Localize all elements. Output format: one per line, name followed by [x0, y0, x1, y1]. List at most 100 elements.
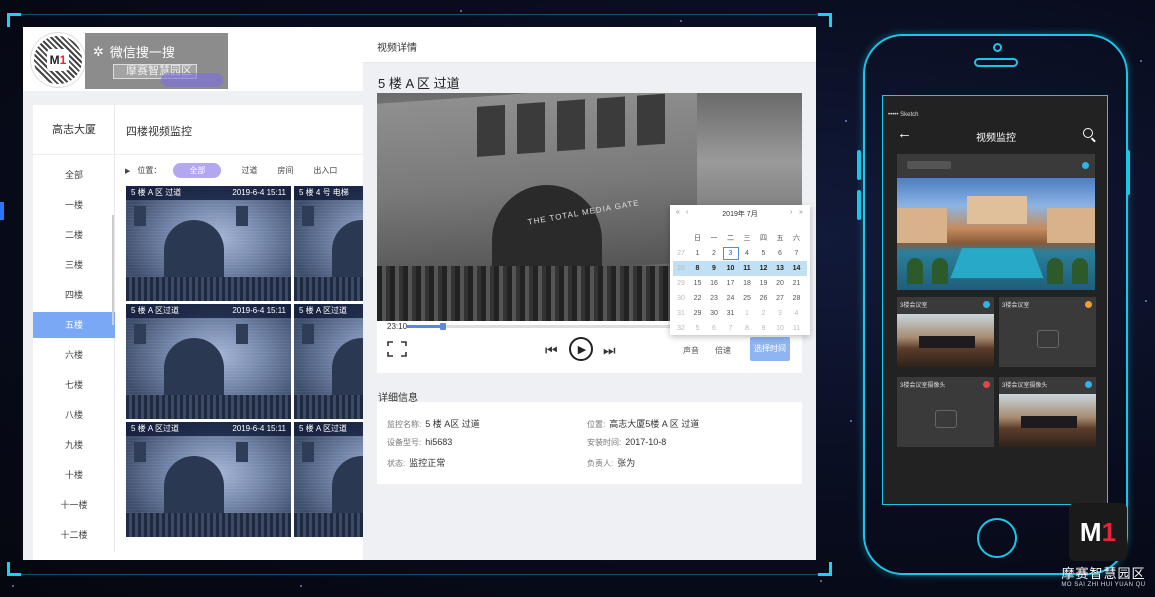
calendar-day[interactable]: 25 [739, 291, 755, 306]
calendar-day[interactable]: 23 [706, 291, 722, 306]
search-icon[interactable] [1083, 128, 1093, 138]
calendar-day[interactable]: 18 [739, 276, 755, 291]
calendar-day[interactable]: 2 [756, 306, 772, 321]
calendar-day[interactable]: 9 [706, 261, 722, 276]
camera-card[interactable]: 3楼会议室摄像头 [897, 377, 994, 447]
video-title: 5 楼 A 区 过道 [378, 76, 460, 91]
filter-option-corridor[interactable]: 过道 [241, 165, 257, 176]
calendar-day[interactable]: 8 [739, 321, 755, 336]
m1-logo-icon: M1 [47, 49, 69, 71]
calendar-day[interactable]: 10 [772, 321, 788, 336]
filter-option-all[interactable]: 全部 [173, 163, 222, 178]
video-name: 5 楼 A 区过道 [131, 306, 180, 315]
mobile-nav: ← 视频监控 [883, 124, 1107, 148]
featured-camera-card[interactable] [897, 154, 1095, 290]
calendar-day[interactable]: 4 [739, 246, 755, 261]
info-box: 监控名称: 5 楼 A区 过道 位置: 高志大厦5楼 A 区 过道 设备型号: hi5… [377, 402, 802, 484]
nav-scrollbar[interactable] [112, 215, 114, 325]
play-button[interactable]: ▶ [569, 337, 593, 361]
calendar-day[interactable]: 24 [723, 291, 739, 306]
calendar-day[interactable]: 1 [739, 306, 755, 321]
calendar-day[interactable]: 11 [789, 321, 805, 336]
calendar-day[interactable]: 29 [690, 306, 706, 321]
calendar-day[interactable]: 1 [690, 246, 706, 261]
speed-button[interactable]: 倍速 [715, 345, 731, 356]
calendar-day[interactable]: 19 [756, 276, 772, 291]
calendar-day[interactable]: 7 [723, 321, 739, 336]
calendar-day[interactable]: 9 [756, 321, 772, 336]
calendar-day[interactable]: 13 [772, 261, 788, 276]
frame-top-line [21, 14, 818, 15]
next-month-icon[interactable]: › [790, 209, 792, 216]
calendar-day[interactable]: 14 [789, 261, 805, 276]
calendar-day[interactable]: 17 [723, 276, 739, 291]
phone-side-button [857, 190, 861, 220]
filter-option-room[interactable]: 房间 [277, 165, 293, 176]
camera-card[interactable]: 3楼会议室 [897, 297, 994, 367]
calendar-day[interactable]: 30 [706, 306, 722, 321]
floor-item[interactable]: 七楼 [33, 372, 115, 398]
calendar-day[interactable]: 15 [690, 276, 706, 291]
week-number: 30 [677, 295, 685, 302]
frame-corner [818, 562, 832, 576]
camera-card[interactable]: 3楼会议室 [999, 297, 1096, 367]
video-list: 四楼视频监控 ▶ 位置： 全部 过道 房间 出入口 5 楼 A 区 过道 2019… [115, 105, 459, 552]
calendar-day[interactable]: 21 [789, 276, 805, 291]
camera-card[interactable]: 3楼会议室摄像头 [999, 377, 1096, 447]
status-dot [983, 301, 990, 308]
next-icon[interactable]: ⏭ [603, 341, 616, 359]
phone-home-button[interactable] [977, 518, 1017, 558]
floor-item[interactable]: 一楼 [33, 192, 115, 218]
video-caption: 5 楼 A 区 过道 2019-6-4 15:11 [126, 186, 291, 200]
calendar-day[interactable]: 4 [789, 306, 805, 321]
calendar-day[interactable]: 27 [772, 291, 788, 306]
calendar-day[interactable]: 6 [706, 321, 722, 336]
calendar-day[interactable]: 8 [690, 261, 706, 276]
sound-button[interactable]: 声音 [683, 345, 699, 356]
calendar-day[interactable]: 16 [706, 276, 722, 291]
select-time-button[interactable]: 选择时间 [750, 337, 790, 361]
floor-nav: 高志大厦 全部 一楼 二楼 三楼 四楼 五楼 六楼 七楼 八楼 九楼 十楼 十一楼 十二楼 [33, 105, 115, 552]
filter-option-entrance[interactable]: 出入口 [313, 165, 337, 176]
fullscreen-icon[interactable] [387, 341, 407, 357]
calendar-day[interactable]: 6 [772, 246, 788, 261]
detail-header: 视频详情 [363, 27, 816, 63]
floor-item[interactable]: 六楼 [33, 342, 115, 368]
weekday-label: 六 [793, 235, 800, 242]
floor-item[interactable]: 全部 [33, 162, 115, 188]
video-thumbnail[interactable]: 5 楼 A 区过道 2019-6-4 15:11 [126, 422, 291, 537]
calendar-day[interactable]: 5 [756, 246, 772, 261]
previous-icon[interactable]: ⏮ [545, 341, 558, 359]
detail-header-title: 视频详情 [377, 43, 417, 54]
floor-item[interactable]: 五楼 [33, 312, 115, 338]
calendar-day[interactable]: 7 [789, 246, 805, 261]
calendar-day[interactable]: 26 [756, 291, 772, 306]
calendar-day[interactable]: 22 [690, 291, 706, 306]
video-thumbnail[interactable]: 5 楼 A 区过道 2019-6-4 15:11 [126, 304, 291, 419]
floor-item[interactable]: 四楼 [33, 282, 115, 308]
calendar-day[interactable]: 20 [772, 276, 788, 291]
next-year-icon[interactable]: » [799, 209, 803, 216]
calendar-day[interactable]: 12 [756, 261, 772, 276]
calendar-day[interactable]: 11 [739, 261, 755, 276]
floor-item[interactable]: 十楼 [33, 462, 115, 488]
floor-item[interactable]: 九楼 [33, 432, 115, 458]
calendar-day[interactable]: 3 [722, 247, 739, 260]
floor-item[interactable]: 十二楼 [33, 522, 115, 548]
calendar-day[interactable]: 10 [723, 261, 739, 276]
calendar-day[interactable]: 28 [789, 291, 805, 306]
floor-item[interactable]: 十一楼 [33, 492, 115, 518]
video-thumbnail[interactable]: 5 楼 A 区 过道 2019-6-4 15:11 [126, 186, 291, 301]
calendar-day[interactable]: 2 [706, 246, 722, 261]
floor-item[interactable]: 八楼 [33, 402, 115, 428]
phone-side-button [1126, 150, 1130, 195]
floor-item[interactable]: 三楼 [33, 252, 115, 278]
frame-bottom-line [21, 574, 818, 575]
calendar-day[interactable]: 5 [690, 321, 706, 336]
weekday-header: 日一二三四五六 [673, 231, 807, 246]
date-picker: « ‹ 2019年 7月 › » 日一二三四五六 27 1 2 3 4 5 6 7 28 8 9 10 1… [670, 205, 810, 335]
floor-item[interactable]: 二楼 [33, 222, 115, 248]
progress-knob[interactable] [440, 323, 446, 330]
calendar-day[interactable]: 3 [772, 306, 788, 321]
calendar-day[interactable]: 31 [723, 306, 739, 321]
